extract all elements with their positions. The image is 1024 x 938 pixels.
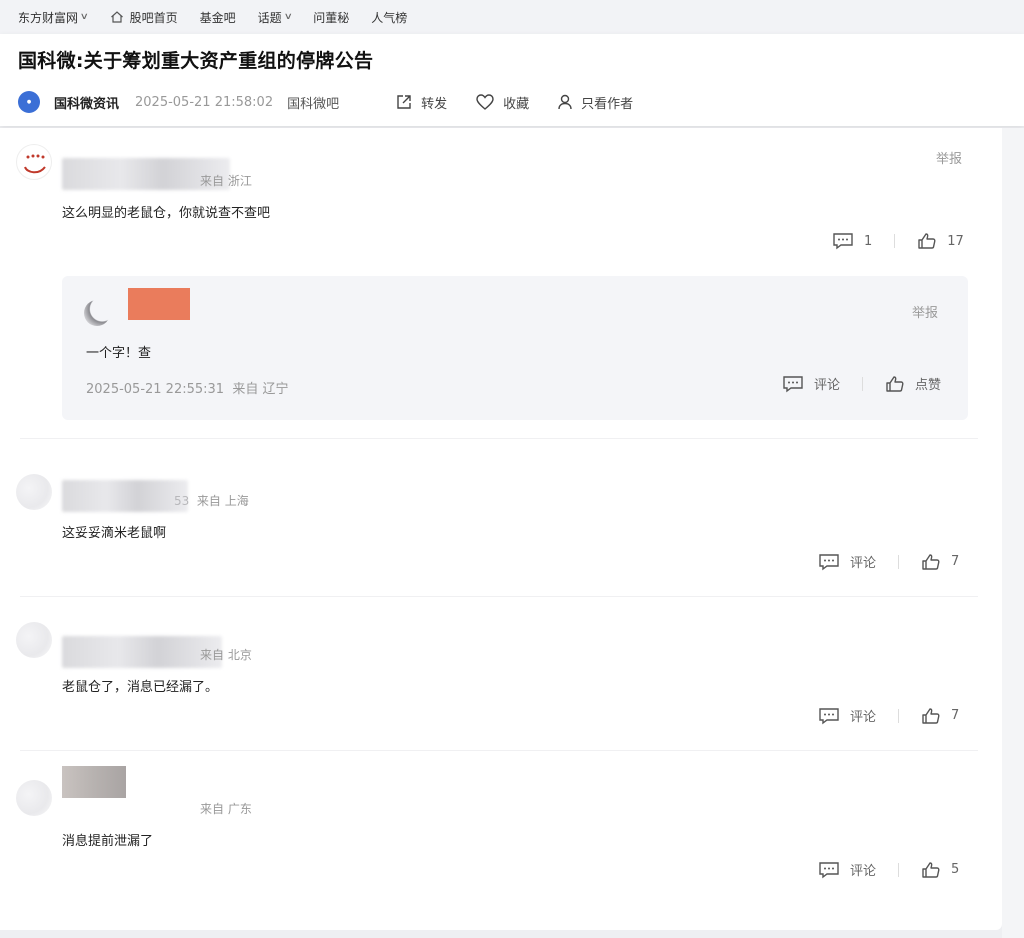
chevron-down-icon: ∨ [79, 12, 89, 22]
nav-topics[interactable]: 话题 ∨ [258, 9, 293, 26]
thumbs-up-icon [886, 375, 904, 392]
comment-actions: 评论 7 [818, 706, 959, 725]
comment-actions: 评论 5 [818, 860, 959, 879]
comment-location: 来自 浙江 [200, 174, 252, 188]
like-button[interactable]: 7 [921, 553, 959, 571]
comment-icon [819, 707, 839, 724]
thumbs-up-icon [922, 707, 940, 724]
comment-text: 这么明显的老鼠仓，你就说查不查吧 [62, 206, 271, 221]
bar-link[interactable]: 国科微吧 [287, 93, 339, 112]
like-button[interactable]: 7 [921, 707, 959, 725]
post-header: 国科微:关于筹划重大资产重组的停牌公告 ● 国科微资讯 2025-05-21 2… [0, 34, 1024, 126]
action-divider [862, 376, 864, 391]
report-button[interactable]: 举报 [912, 302, 938, 321]
avatar[interactable] [16, 780, 52, 816]
page-background-strip [1002, 128, 1024, 938]
thumbs-up-icon [922, 553, 940, 570]
comment-divider [20, 750, 978, 751]
username-blurred[interactable] [62, 636, 222, 668]
nav-fund-bar[interactable]: 基金吧 [200, 9, 236, 26]
avatar[interactable] [16, 622, 52, 658]
chevron-down-icon: ∨ [283, 12, 293, 22]
action-divider [898, 554, 900, 569]
comment-list: 来自 浙江 举报 这么明显的老鼠仓，你就说查不查吧 1 17 举报 一个字！查 … [0, 128, 1002, 930]
share-button[interactable]: 转发 [395, 93, 447, 112]
favorite-button[interactable]: 收藏 [475, 93, 529, 112]
avatar[interactable] [16, 474, 52, 510]
comment-actions: 评论 7 [818, 552, 959, 571]
post-meta: ● 国科微资讯 2025-05-21 21:58:02 国科微吧 转发 收藏 只… [18, 90, 718, 114]
comment-button[interactable]: 评论 [818, 706, 876, 725]
nav-guba-home[interactable]: 股吧首页 [110, 9, 178, 26]
action-divider [898, 708, 900, 723]
comment-icon [833, 233, 853, 250]
thumbs-up-icon [922, 861, 940, 878]
author-only-button[interactable]: 只看作者 [557, 93, 633, 112]
nav-ask-secretary[interactable]: 问董秘 [313, 9, 349, 26]
report-button[interactable]: 举报 [936, 148, 962, 167]
username-blurred[interactable] [62, 766, 126, 798]
comment-icon [819, 553, 839, 570]
author-avatar[interactable]: ● [18, 91, 40, 113]
comment-actions: 1 17 [832, 232, 964, 250]
reply-text: 一个字！查 [86, 346, 152, 361]
top-nav: 东方财富网 ∨ 股吧首页 基金吧 话题 ∨ 问董秘 人气榜 [0, 0, 1024, 34]
reply-actions: 评论 点赞 [782, 374, 941, 393]
like-button[interactable]: 17 [917, 232, 964, 250]
comment-button[interactable]: 评论 [818, 552, 876, 571]
heart-icon [476, 94, 494, 110]
author-name[interactable]: 国科微资讯 [54, 93, 119, 112]
comment-button[interactable]: 评论 [818, 860, 876, 879]
home-icon [110, 11, 123, 23]
like-button[interactable]: 点赞 [885, 374, 941, 393]
comment-text: 消息提前泄漏了 [62, 834, 154, 849]
comment-text: 这妥妥滴米老鼠啊 [62, 526, 167, 541]
post-time: 2025-05-21 21:58:02 [135, 94, 274, 110]
thumbs-up-icon [918, 233, 936, 249]
reply-box: 举报 一个字！查 2025-05-21 22:55:31 来自 辽宁 评论 点赞 [62, 276, 968, 420]
share-icon [397, 95, 411, 109]
comment-location: 53 来自 上海 [174, 494, 249, 508]
comment-button[interactable]: 评论 [782, 374, 840, 393]
avatar[interactable] [16, 144, 52, 180]
comment-divider [20, 438, 978, 439]
comment-divider [20, 596, 978, 597]
user-icon [558, 94, 572, 110]
username-blurred[interactable] [128, 288, 190, 320]
like-button[interactable]: 5 [921, 861, 959, 879]
comment-icon [819, 861, 839, 878]
username-blurred[interactable] [62, 480, 188, 512]
nav-eastmoney[interactable]: 东方财富网 ∨ [18, 9, 89, 26]
comment-text: 老鼠仓了，消息已经漏了。 [62, 680, 219, 695]
action-divider [894, 234, 896, 248]
reply-time: 2025-05-21 22:55:31 来自 辽宁 [86, 382, 289, 397]
avatar[interactable] [84, 300, 110, 326]
action-divider [898, 862, 900, 877]
comment-location: 来自 广东 [200, 802, 252, 816]
comment-location: 来自 北京 [200, 648, 252, 662]
comment-button[interactable]: 1 [832, 232, 872, 250]
logo-icon [24, 154, 46, 174]
post-title: 国科微:关于筹划重大资产重组的停牌公告 [18, 50, 374, 72]
nav-popularity[interactable]: 人气榜 [371, 9, 407, 26]
comment-icon [783, 375, 803, 392]
